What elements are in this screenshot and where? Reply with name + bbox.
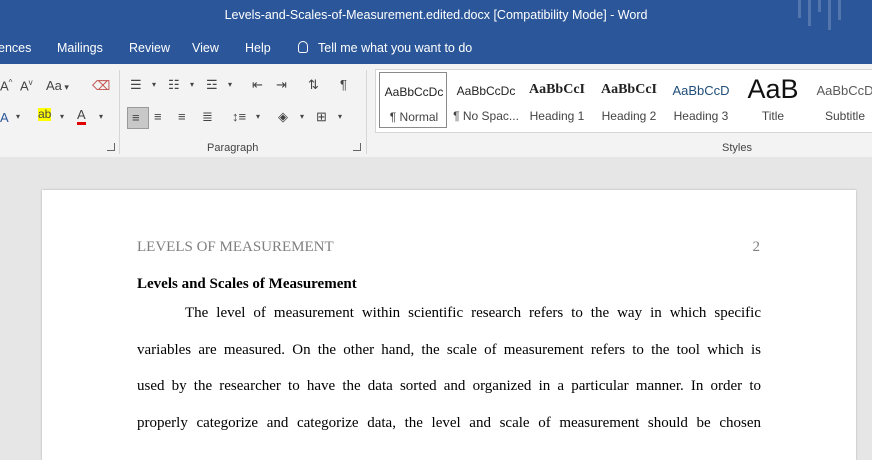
line-spacing-icon[interactable]: ↕≡	[232, 109, 246, 124]
style-name: ¶ No Spac...	[453, 109, 519, 123]
style-no-spacing[interactable]: AaBbCcDc ¶ No Spac...	[452, 72, 520, 128]
styles-group-label: Styles	[722, 142, 752, 154]
paragraph-line: The level of measurement within scientif…	[185, 305, 761, 321]
style-name: Title	[761, 109, 785, 123]
document-page[interactable]: LEVELS OF MEASUREMENT 2 Levels and Scale…	[42, 190, 856, 460]
numbering-icon[interactable]: ☷	[168, 77, 180, 93]
style-name: Heading 3	[673, 109, 729, 123]
page-number: 2	[752, 239, 761, 255]
change-case-button[interactable]: Aa ▾	[46, 78, 69, 93]
paragraph-line: used by the researcher to have the data …	[137, 378, 761, 394]
title-bar: Levels-and-Scales-of-Measurement.edited.…	[0, 0, 872, 34]
align-center-icon[interactable]: ≡	[154, 109, 162, 124]
align-left-icon: ≡	[132, 110, 140, 125]
style-heading-1[interactable]: AaBbCcI Heading 1	[523, 72, 591, 128]
document-heading: Levels and Scales of Measurement	[137, 276, 357, 292]
document-canvas: LEVELS OF MEASUREMENT 2 Levels and Scale…	[0, 157, 872, 460]
tab-review[interactable]: Review	[129, 41, 170, 55]
increase-indent-icon[interactable]: ⇥	[276, 77, 287, 93]
borders-dropdown-icon[interactable]: ▾	[338, 112, 342, 121]
paragraph-dialog-launcher-icon[interactable]	[353, 143, 361, 151]
style-normal[interactable]: AaBbCcDc ¶ Normal	[379, 72, 447, 128]
bullets-dropdown-icon[interactable]: ▾	[152, 80, 156, 89]
tab-references[interactable]: ences	[0, 41, 31, 55]
style-subtitle[interactable]: AaBbCcD Subtitle	[811, 72, 872, 128]
sort-icon[interactable]: ⇅	[308, 77, 319, 93]
change-case-label: Aa	[46, 78, 62, 93]
shrink-font-icon[interactable]: Av	[20, 78, 33, 93]
bullets-icon[interactable]: ☰	[130, 77, 142, 93]
tell-me-search[interactable]: Tell me what you want to do	[298, 41, 472, 55]
font-color-dropdown-icon[interactable]: ▾	[99, 112, 103, 121]
style-preview: AaBbCcDc	[456, 84, 516, 98]
title-bar-decoration	[794, 0, 864, 34]
ribbon-separator	[119, 70, 120, 154]
multilevel-list-dropdown-icon[interactable]: ▾	[228, 80, 232, 89]
window-title: Levels-and-Scales-of-Measurement.edited.…	[224, 8, 648, 22]
shading-icon[interactable]: ◈	[278, 109, 288, 125]
highlight-icon[interactable]: ab	[38, 108, 52, 121]
style-title[interactable]: AaB Title	[739, 72, 807, 128]
align-left-button[interactable]: ≡	[127, 107, 149, 129]
running-header: LEVELS OF MEASUREMENT	[137, 239, 334, 255]
paragraph-group-label: Paragraph	[207, 142, 259, 154]
tell-me-label: Tell me what you want to do	[318, 41, 473, 55]
show-formatting-button[interactable]: ¶	[340, 77, 347, 92]
tab-help[interactable]: Help	[245, 41, 271, 55]
paragraph-line: variables are measured. On the other han…	[137, 342, 761, 358]
lightbulb-icon	[298, 41, 308, 53]
style-preview: AaBbCcD	[672, 83, 730, 98]
tab-view[interactable]: View	[192, 41, 219, 55]
decrease-indent-icon[interactable]: ⇤	[252, 77, 263, 93]
font-color-icon[interactable]: A	[77, 108, 86, 125]
justify-icon[interactable]: ≣	[202, 109, 213, 125]
align-right-icon[interactable]: ≡	[178, 109, 186, 124]
style-heading-2[interactable]: AaBbCcI Heading 2	[595, 72, 663, 128]
paragraph-line: properly categorize and categorize data,…	[137, 415, 761, 431]
style-heading-3[interactable]: AaBbCcD Heading 3	[667, 72, 735, 128]
line-spacing-dropdown-icon[interactable]: ▾	[256, 112, 260, 121]
style-name: Heading 2	[601, 109, 657, 123]
text-effects-icon[interactable]: A	[0, 110, 9, 125]
tab-mailings[interactable]: Mailings	[57, 41, 103, 55]
grow-font-icon[interactable]: A^	[0, 78, 12, 93]
multilevel-list-icon[interactable]: ☲	[206, 77, 218, 93]
styles-gallery: AaBbCcDc ¶ Normal AaBbCcDc ¶ No Spac... …	[375, 69, 872, 133]
style-name: ¶ Normal	[389, 110, 439, 124]
style-preview: AaB	[747, 74, 799, 104]
font-dialog-launcher-icon[interactable]	[107, 143, 115, 151]
highlight-dropdown-icon[interactable]: ▾	[60, 112, 64, 121]
text-effects-dropdown-icon[interactable]: ▾	[16, 112, 20, 121]
ribbon-separator	[366, 70, 367, 154]
style-preview: AaBbCcI	[600, 82, 657, 97]
menu-bar: ences Mailings Review View Help Tell me …	[0, 34, 872, 64]
borders-icon[interactable]: ⊞	[316, 109, 327, 125]
style-preview: AaBbCcD	[816, 83, 872, 98]
numbering-dropdown-icon[interactable]: ▾	[190, 80, 194, 89]
style-name: Heading 1	[529, 109, 585, 123]
style-preview: AaBbCcI	[528, 82, 585, 97]
shading-dropdown-icon[interactable]: ▾	[300, 112, 304, 121]
style-name: Subtitle	[824, 109, 866, 123]
clear-formatting-icon[interactable]: ⌫	[92, 78, 110, 94]
style-preview: AaBbCcDc	[384, 85, 444, 99]
